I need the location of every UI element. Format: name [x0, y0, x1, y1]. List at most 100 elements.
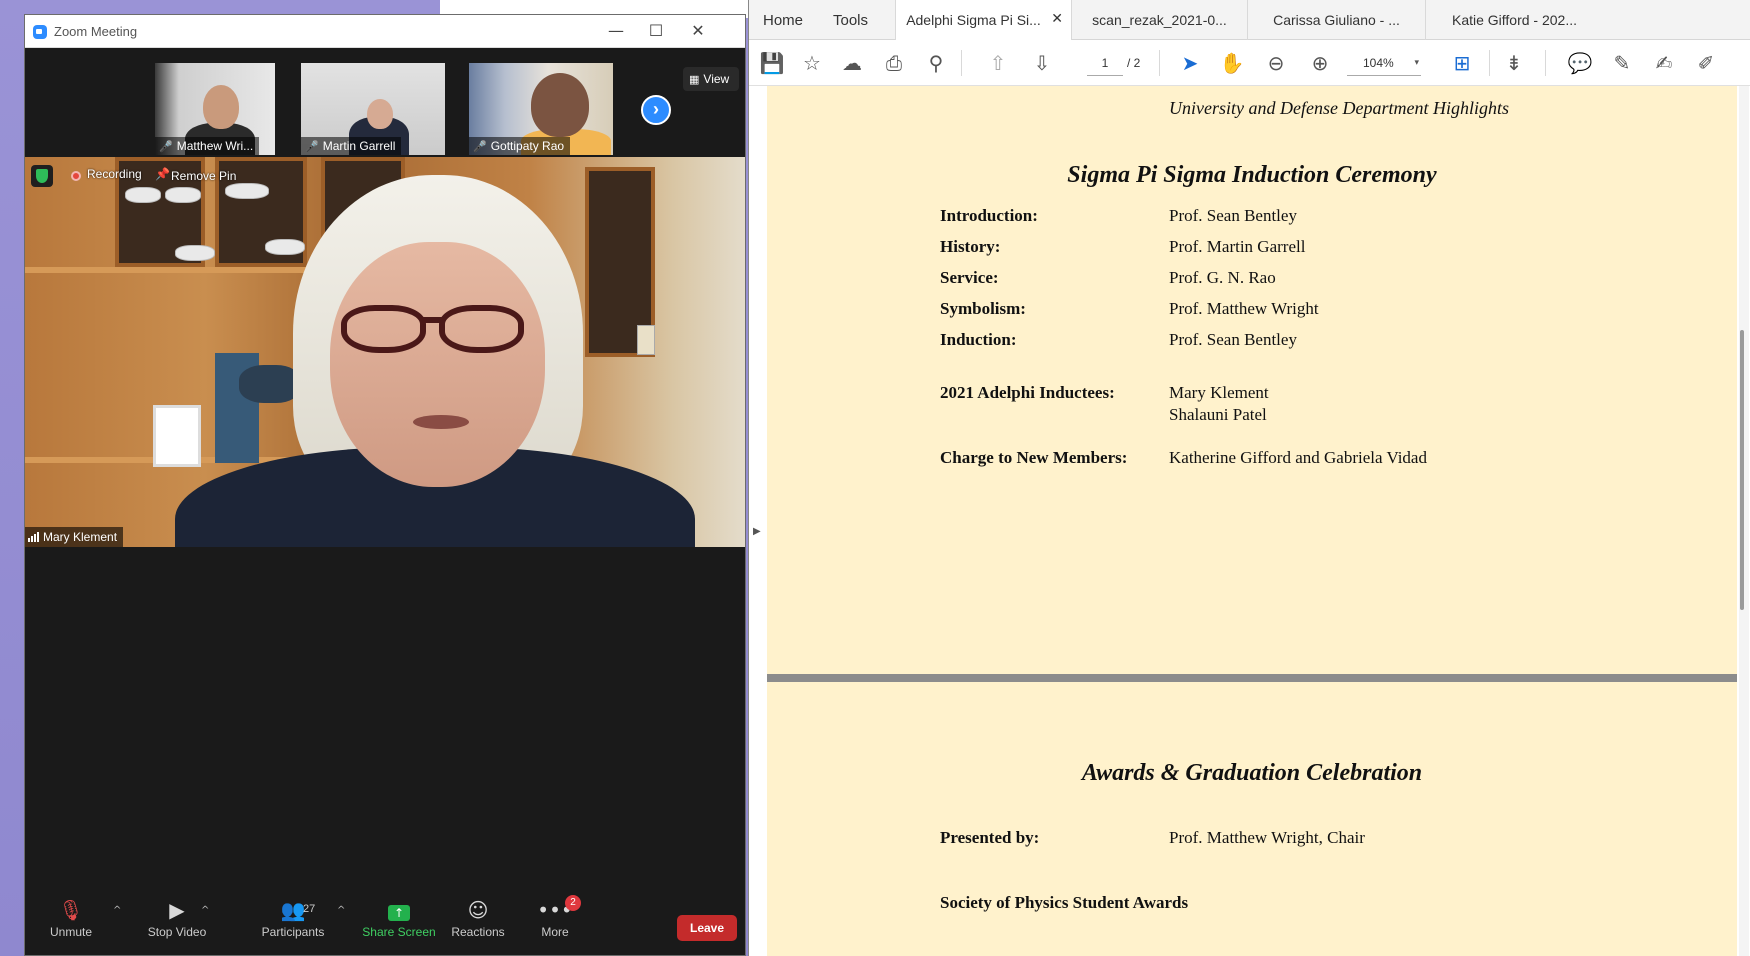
zoom-meeting-toolbar: 🎙 Unmute ^ ▶ Stop Video ^ 👥 27 Participa…	[25, 893, 745, 955]
grid-view-icon: ▦	[689, 74, 700, 86]
scrolling-mode-icon[interactable]: ⇟	[1501, 50, 1527, 76]
highlight-pen-icon[interactable]: ✎	[1609, 50, 1635, 76]
hand-pan-icon[interactable]: ✋	[1219, 50, 1245, 76]
view-button[interactable]: ▦ View	[683, 67, 739, 91]
remove-pin-button[interactable]: Remove Pin	[171, 169, 236, 183]
zoom-titlebar[interactable]: Zoom Meeting — ☐ ✕	[25, 15, 745, 48]
muted-mic-icon: 🎤	[159, 141, 173, 153]
muted-mic-icon: 🎤	[473, 141, 487, 153]
plate	[165, 187, 201, 203]
share-screen-button[interactable]: ↑ Share Screen	[359, 893, 439, 955]
inductee-name: Mary Klement	[1169, 383, 1269, 402]
stop-video-button[interactable]: ▶ Stop Video	[141, 893, 213, 955]
print-icon[interactable]: ⎙	[881, 50, 907, 76]
current-page-input[interactable]: 1	[1087, 50, 1123, 76]
pdf-viewer-window: Home Tools Adelphi Sigma Pi Si... ✕ scan…	[748, 0, 1750, 956]
sign-icon[interactable]: ✍	[1651, 50, 1677, 76]
toolbar-divider	[1159, 50, 1160, 76]
encryption-shield-icon[interactable]	[31, 165, 53, 187]
zoom-window: Zoom Meeting — ☐ ✕ 🎤 Matthew Wri... 🎤 Mart…	[24, 14, 746, 956]
scrollbar-thumb[interactable]	[1740, 330, 1744, 610]
pdf-toolbar: 💾 ☆ ☁ ⎙ ⚲ ⇧ ⇩ 1 / 2 ➤ ✋ ⊖ ⊕ 104% ▾ ⊞ ⇟ 💬 …	[749, 40, 1750, 86]
document-tab-scan-rezak[interactable]: scan_rezak_2021-0...	[1071, 0, 1247, 40]
document-tab-carissa-giuliano[interactable]: Carissa Giuliano - ...	[1247, 0, 1425, 40]
more-button[interactable]: ••• 2 More	[525, 893, 585, 955]
fit-page-icon[interactable]: ⊞	[1449, 50, 1475, 76]
zoom-in-icon[interactable]: ⊕	[1307, 50, 1333, 76]
glasses-lens-right	[439, 305, 524, 353]
tab-tools[interactable]: Tools	[833, 12, 868, 29]
next-page-button[interactable]: ›	[641, 95, 671, 125]
leave-meeting-button[interactable]: Leave	[677, 915, 737, 941]
save-icon[interactable]: 💾	[759, 50, 785, 76]
maximize-icon[interactable]: ☐	[639, 19, 673, 43]
presented-by-value: Prof. Matthew Wright, Chair	[1169, 828, 1365, 847]
plate	[175, 245, 215, 261]
participant-face	[367, 99, 393, 129]
page-header: University and Defense Department Highli…	[1169, 98, 1509, 118]
glasses-lens-left	[341, 305, 426, 353]
wall-outlet	[637, 325, 655, 355]
edit-document-icon[interactable]: ✐	[1693, 50, 1719, 76]
reactions-button[interactable]: ☺ Reactions	[443, 893, 513, 955]
side-panel-toggle-icon[interactable]: ▶	[753, 526, 761, 537]
video-options-chevron-up-icon[interactable]: ^	[201, 905, 209, 916]
plate	[225, 183, 269, 199]
share-screen-icon-wrap: ↑	[359, 893, 439, 923]
speaker-name-label: Mary Klement	[25, 527, 124, 547]
program-role-value: Prof. Martin Garrell	[1169, 237, 1306, 256]
comment-icon[interactable]: 💬	[1567, 50, 1593, 76]
thumbnail-name-label: 🎤 Gottipaty Rao	[469, 137, 571, 155]
document-page-2: Awards & Graduation Celebration Presente…	[767, 682, 1737, 956]
document-tab-katie-gifford[interactable]: Katie Gifford - 202...	[1425, 0, 1603, 40]
picture-frame	[153, 405, 201, 467]
program-role-label: Introduction:	[940, 206, 1038, 225]
bookmark-star-icon[interactable]: ☆	[799, 50, 825, 76]
participant-thumbnail[interactable]: 🎤 Martin Garrell	[301, 63, 445, 155]
close-icon[interactable]: ✕	[681, 19, 715, 43]
find-zoom-icon[interactable]: ⚲	[923, 50, 949, 76]
pdf-tab-bar: Home Tools Adelphi Sigma Pi Si... ✕ scan…	[749, 0, 1750, 41]
total-pages-label: / 2	[1127, 56, 1141, 70]
participant-thumbnail[interactable]: 🎤 Gottipaty Rao	[469, 63, 613, 155]
active-speaker-video[interactable]: Recording 📌 Remove Pin Mary Klement	[25, 157, 745, 547]
plate	[265, 239, 305, 255]
minimize-icon[interactable]: —	[599, 19, 633, 43]
program-role-value: Prof. Sean Bentley	[1169, 206, 1297, 225]
program-role-value: Prof. G. N. Rao	[1169, 268, 1276, 287]
toolbar-divider	[1545, 50, 1546, 76]
program-role-value: Prof. Matthew Wright	[1169, 299, 1319, 318]
recording-label: Recording	[87, 167, 142, 181]
glasses-bridge	[421, 317, 445, 323]
pin-icon[interactable]: 📌	[155, 167, 170, 181]
recording-icon	[71, 171, 81, 181]
tab-home[interactable]: Home	[763, 12, 803, 29]
reaction-smiley-icon: ☺	[467, 898, 489, 922]
participants-button[interactable]: 👥 27 Participants	[255, 893, 331, 955]
program-role-label: Induction:	[940, 330, 1017, 349]
charge-label: Charge to New Members:	[940, 448, 1128, 467]
audio-options-chevron-up-icon[interactable]: ^	[113, 905, 121, 916]
participant-thumbnail[interactable]: 🎤 Matthew Wri...	[155, 63, 275, 155]
upload-cloud-icon[interactable]: ☁	[839, 50, 865, 76]
previous-page-icon[interactable]: ⇧	[985, 50, 1011, 76]
zoom-logo-icon	[33, 25, 47, 39]
document-page-1: University and Defense Department Highli…	[767, 86, 1737, 674]
speaker-mouth	[413, 415, 469, 429]
zoom-level-dropdown[interactable]: 104% ▾	[1347, 50, 1421, 76]
participant-face	[203, 85, 239, 129]
select-cursor-icon[interactable]: ➤	[1177, 50, 1203, 76]
zoom-out-icon[interactable]: ⊖	[1263, 50, 1289, 76]
document-viewport[interactable]: ▶ University and Defense Department High…	[749, 86, 1750, 956]
close-tab-icon[interactable]: ✕	[1051, 11, 1063, 27]
unmute-button[interactable]: 🎙 Unmute	[39, 893, 103, 955]
charge-value: Katherine Gifford and Gabriela Vidad	[1169, 448, 1427, 467]
program-role-value: Prof. Sean Bentley	[1169, 330, 1297, 349]
thumbnail-name-label: 🎤 Martin Garrell	[301, 137, 402, 155]
more-notification-badge: 2	[565, 895, 581, 911]
document-tab-adelphi[interactable]: Adelphi Sigma Pi Si... ✕	[895, 0, 1071, 41]
next-page-icon[interactable]: ⇩	[1029, 50, 1055, 76]
share-screen-icon: ↑	[388, 905, 410, 921]
program-role-label: Service:	[940, 268, 999, 287]
participants-options-chevron-up-icon[interactable]: ^	[337, 905, 345, 916]
